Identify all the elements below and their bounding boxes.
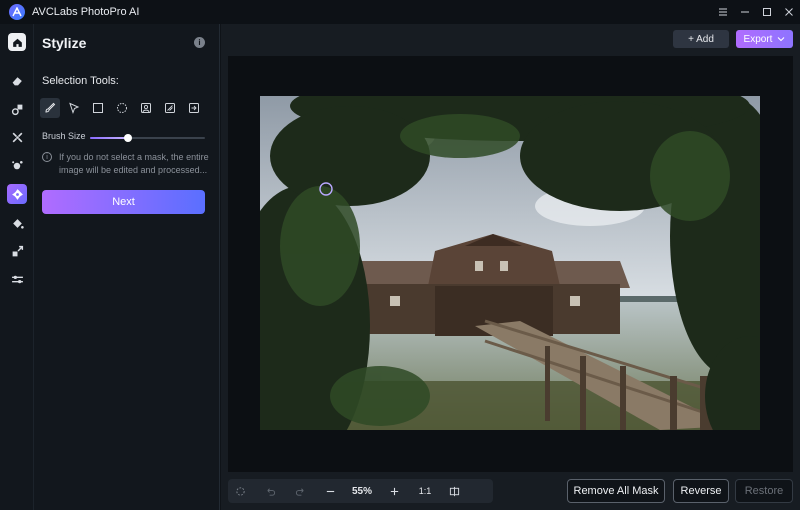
add-button[interactable]: + Add <box>673 30 729 48</box>
app-logo-icon <box>9 4 25 20</box>
actual-size-button[interactable]: 1:1 <box>410 486 440 496</box>
mask-note: If you do not select a mask, the entire … <box>59 151 209 177</box>
replace-icon[interactable] <box>7 99 27 119</box>
remove-all-mask-button[interactable]: Remove All Mask <box>567 479 665 503</box>
colorize-icon[interactable] <box>7 155 27 175</box>
rectangle-icon[interactable] <box>88 98 108 118</box>
resize-icon[interactable] <box>7 241 27 261</box>
zoom-toolbar: 55% 1:1 <box>228 479 493 503</box>
reset-view-icon[interactable] <box>228 479 252 503</box>
zoom-level: 55% <box>351 485 372 497</box>
fill-icon[interactable] <box>7 213 27 233</box>
object-select-icon[interactable] <box>160 98 180 118</box>
tool-rail <box>0 24 34 510</box>
brush-size-slider[interactable] <box>90 134 205 142</box>
panel-title: Stylize <box>42 35 87 51</box>
close-icon[interactable] <box>778 0 800 24</box>
title-bar: AVCLabs PhotoPro AI <box>0 0 800 24</box>
restore-button[interactable]: Restore <box>735 479 793 503</box>
next-button[interactable]: Next <box>42 190 205 214</box>
info-icon[interactable]: i <box>194 37 205 48</box>
brush-size-label: Brush Size <box>42 131 86 141</box>
image-canvas[interactable] <box>228 56 793 472</box>
export-button[interactable]: Export <box>736 30 793 48</box>
compare-icon[interactable] <box>442 479 466 503</box>
stylize-icon[interactable] <box>7 184 27 204</box>
info-circle-icon: i <box>42 152 52 162</box>
enhance-icon[interactable] <box>7 127 27 147</box>
stylize-panel: Stylize i Selection Tools: Brush Size i … <box>34 24 220 510</box>
main-workspace: + Add Export 55% 1:1 Remove All Mask Rev… <box>221 24 800 510</box>
brush-size-fill <box>90 137 128 139</box>
brush-icon[interactable] <box>40 98 60 118</box>
selection-tools <box>40 98 208 118</box>
zoom-out-icon[interactable] <box>318 479 342 503</box>
import-mask-icon[interactable] <box>184 98 204 118</box>
portrait-select-icon[interactable] <box>136 98 156 118</box>
brush-size-thumb[interactable] <box>123 134 132 142</box>
export-label: Export <box>743 33 773 45</box>
boathouse-photo <box>260 96 760 430</box>
lasso-icon[interactable] <box>64 98 84 118</box>
redo-icon[interactable] <box>288 479 312 503</box>
undo-icon[interactable] <box>258 479 282 503</box>
eraser-icon[interactable] <box>7 70 27 90</box>
mask-note-line2: image will be edited and processed... <box>59 165 208 175</box>
maximize-icon[interactable] <box>756 0 778 24</box>
selection-tools-label: Selection Tools: <box>42 75 119 87</box>
reverse-button[interactable]: Reverse <box>673 479 729 503</box>
app-title: AVCLabs PhotoPro AI <box>32 6 140 18</box>
menu-icon[interactable] <box>712 0 734 24</box>
chevron-down-icon <box>778 37 785 42</box>
mask-note-line1: If you do not select a mask, the entire <box>59 152 209 162</box>
zoom-in-icon[interactable] <box>382 479 406 503</box>
adjust-icon[interactable] <box>7 269 27 289</box>
ellipse-icon[interactable] <box>112 98 132 118</box>
home-icon[interactable] <box>8 33 26 51</box>
minimize-icon[interactable] <box>734 0 756 24</box>
